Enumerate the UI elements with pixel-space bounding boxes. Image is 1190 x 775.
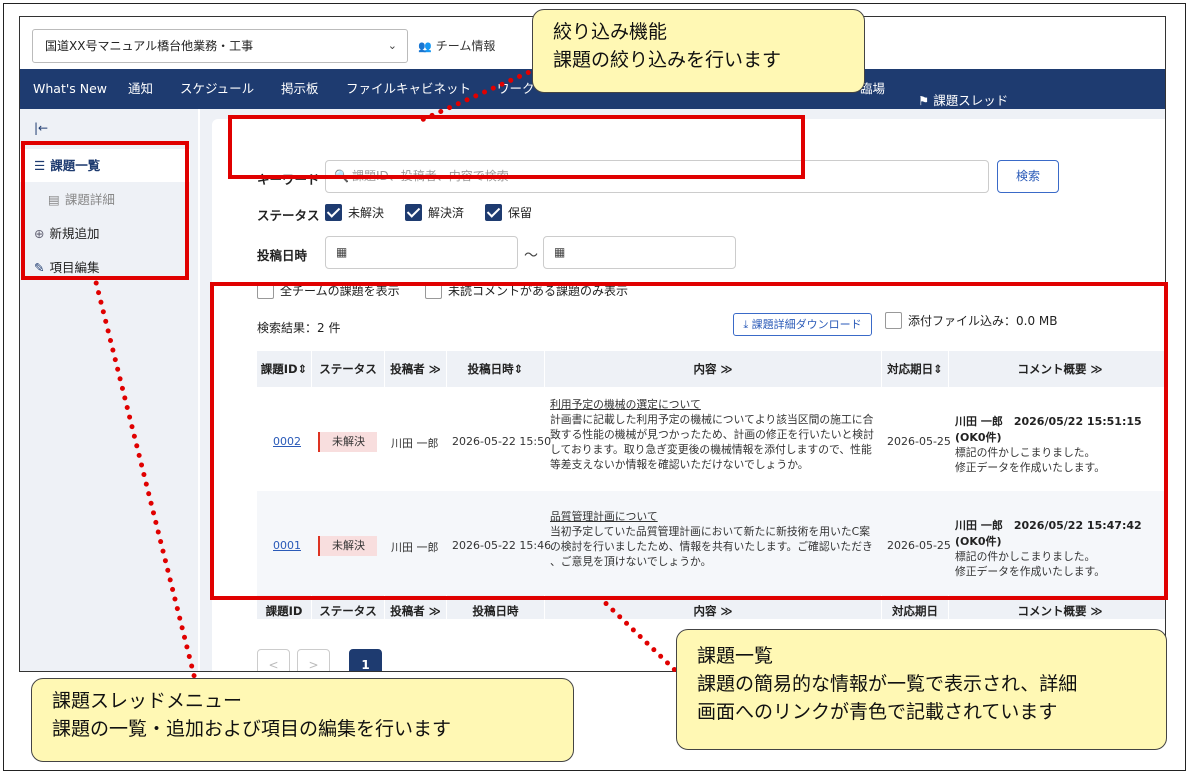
callout-menu-text: 課題の一覧・追加および項目の編集を行います xyxy=(52,718,452,740)
nav-item-notice[interactable]: 通知 xyxy=(128,69,153,109)
status-resolved-label: 解決済 xyxy=(428,206,465,220)
nav-item-schedule[interactable]: スケジュール xyxy=(180,69,254,109)
date-from-input[interactable]: ▦ xyxy=(325,236,518,269)
search-button[interactable]: 検索 xyxy=(997,160,1059,193)
nav-item-whats-new[interactable]: What's New xyxy=(33,69,107,109)
post-date-label: 投稿日時 xyxy=(257,248,308,263)
calendar-icon: ▦ xyxy=(336,245,348,259)
callout-list-text: 画面へのリンクが青色で記載されています xyxy=(697,701,1058,723)
prev-page-button[interactable]: < xyxy=(257,649,290,671)
callout-list-title: 課題一覧 xyxy=(697,645,774,667)
date-to-input[interactable]: ▦ xyxy=(543,236,736,269)
status-checkbox-resolved[interactable]: 解決済 xyxy=(405,204,464,221)
project-select-value: 国道XX号マニュアル橋台他業務・工事 xyxy=(45,39,254,53)
callout-menu-title: 課題スレッドメニュー xyxy=(52,690,243,712)
people-icon: 👥 xyxy=(418,40,432,53)
team-info-link[interactable]: 👥 チーム情報 xyxy=(418,37,495,54)
highlight-menu xyxy=(21,141,189,280)
checkbox-checked-icon xyxy=(405,204,422,221)
checkbox-checked-icon xyxy=(485,204,502,221)
chevron-down-icon: ⌄ xyxy=(387,39,397,52)
callout-filter: 絞り込み機能 課題の絞り込みを行います xyxy=(532,9,865,93)
status-label: ステータス xyxy=(257,208,320,223)
callout-filter-text: 課題の絞り込みを行います xyxy=(553,49,782,71)
callout-filter-title: 絞り込み機能 xyxy=(553,21,668,43)
team-info-label: チーム情報 xyxy=(435,39,496,53)
callout-list: 課題一覧 課題の簡易的な情報が一覧で表示され、詳細 画面へのリンクが青色で記載さ… xyxy=(676,629,1167,750)
status-pending-label: 保留 xyxy=(508,206,533,220)
checkbox-checked-icon xyxy=(325,204,342,221)
flag-icon: ⚑ xyxy=(918,93,930,108)
project-select[interactable]: 国道XX号マニュアル橋台他業務・工事 ⌄ xyxy=(32,29,408,63)
next-page-button[interactable]: > xyxy=(297,649,330,671)
calendar-icon: ▦ xyxy=(554,245,566,259)
nav-item-issue-thread-label: 課題スレッド xyxy=(933,93,1009,108)
callout-menu: 課題スレッドメニュー 課題の一覧・追加および項目の編集を行います xyxy=(31,678,574,762)
highlight-list xyxy=(210,282,1168,600)
status-checkbox-unresolved[interactable]: 未解決 xyxy=(325,204,384,221)
highlight-filter xyxy=(228,115,805,179)
collapse-left-icon[interactable]: |← xyxy=(34,121,48,135)
page-button-current[interactable]: 1 xyxy=(349,649,382,671)
nav-item-board[interactable]: 掲示板 xyxy=(281,69,319,109)
status-checkbox-pending[interactable]: 保留 xyxy=(485,204,532,221)
date-range-tilde: ～ xyxy=(524,248,538,264)
callout-list-text: 課題の簡易的な情報が一覧で表示され、詳細 xyxy=(697,673,1078,695)
status-unresolved-label: 未解決 xyxy=(348,206,385,220)
